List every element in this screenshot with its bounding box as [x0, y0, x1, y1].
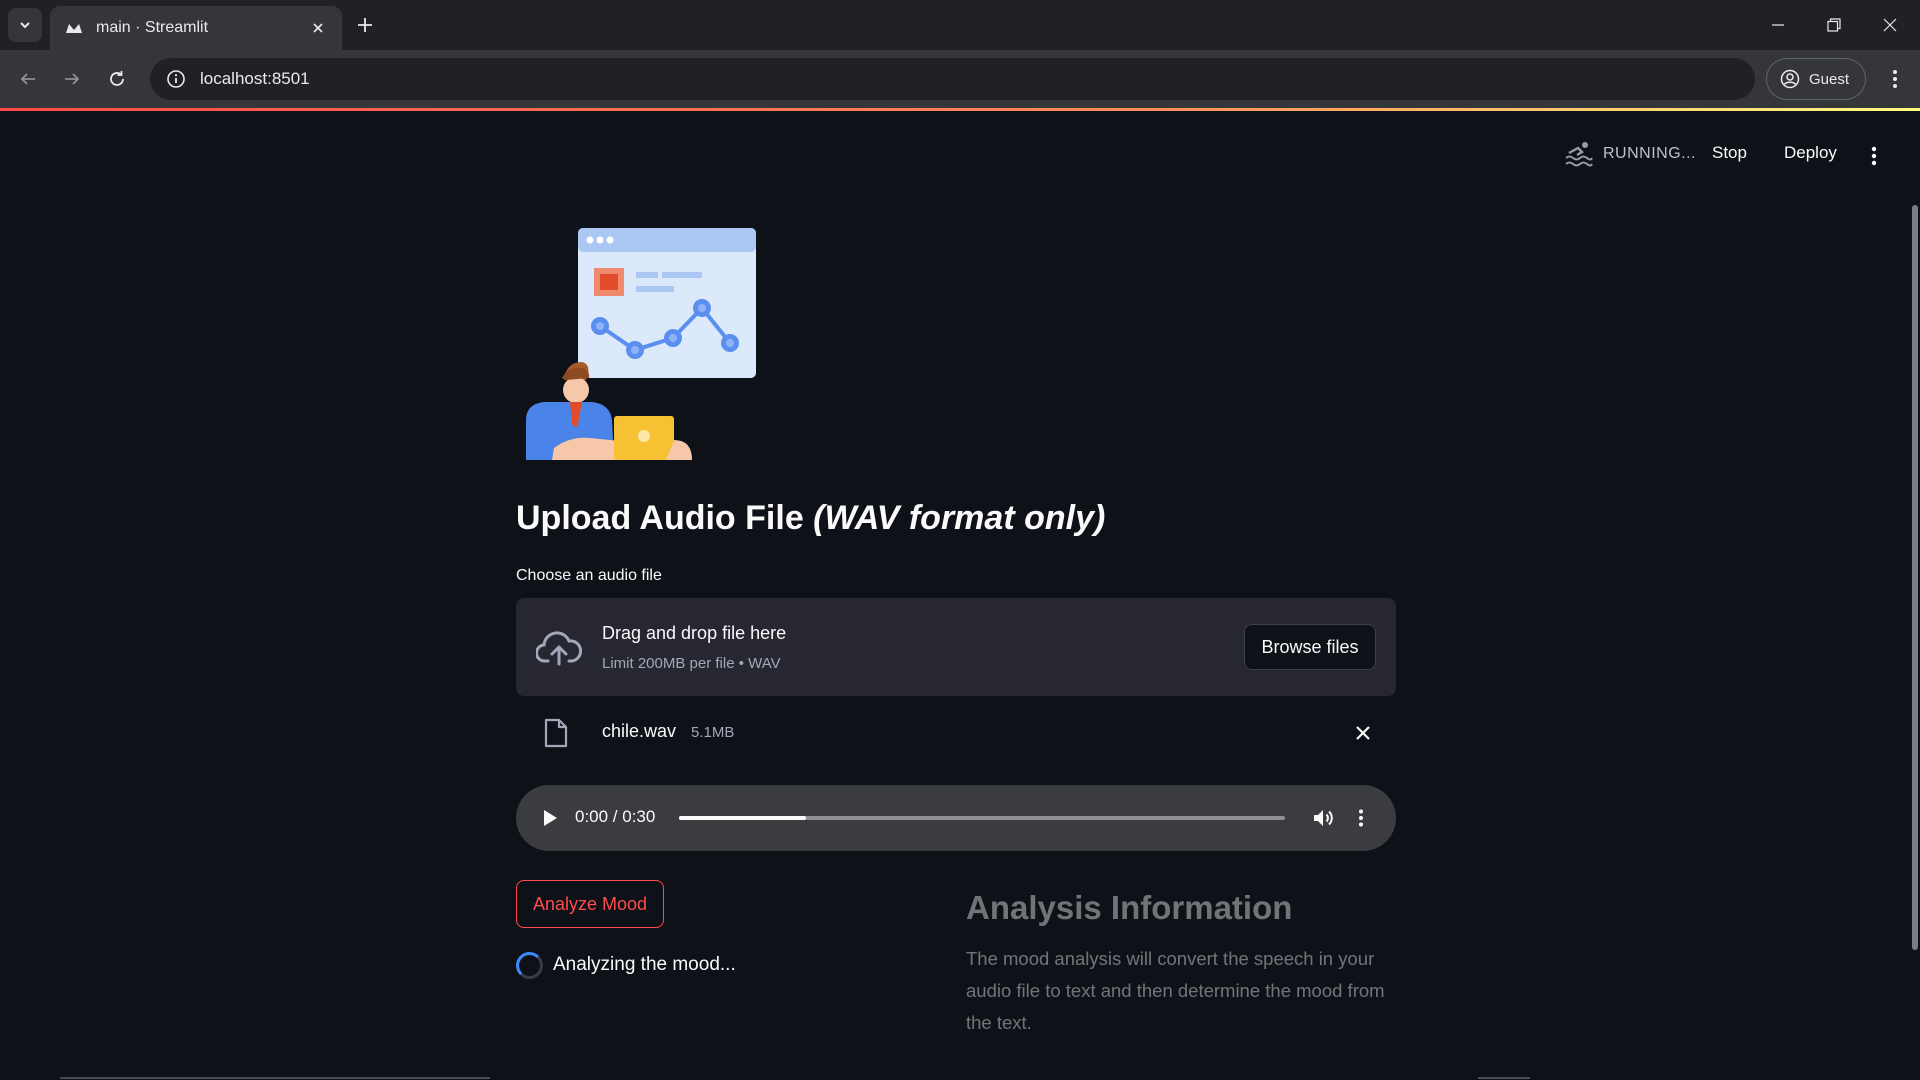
spinner-text: Analyzing the mood...: [553, 954, 736, 975]
page-scrollbar[interactable]: [1912, 205, 1918, 950]
forward-button[interactable]: [56, 63, 88, 95]
spinner-icon: [516, 951, 543, 979]
status-text: RUNNING...: [1603, 145, 1696, 162]
file-dropzone[interactable]: Drag and drop file here Limit 200MB per …: [516, 598, 1396, 696]
kebab-menu-icon: [1359, 809, 1363, 827]
play-button[interactable]: [538, 805, 562, 831]
page-title-format-note: (WAV format only): [813, 499, 1106, 537]
close-window-button[interactable]: [1862, 0, 1918, 50]
streamlit-favicon-icon: [64, 18, 84, 38]
analysis-info-section: Analysis Information The mood analysis w…: [966, 889, 1398, 1039]
close-icon: [1356, 726, 1370, 740]
swimmer-running-icon: [1565, 142, 1593, 167]
arrow-right-icon: [65, 73, 80, 85]
audio-seek-bar[interactable]: [679, 816, 1285, 820]
remove-file-button[interactable]: [1352, 722, 1374, 744]
app-main-menu-button[interactable]: [1862, 141, 1886, 171]
chevron-down-icon: [20, 22, 30, 29]
page-title: Upload Audio File (WAV format only): [516, 499, 1105, 538]
profile-label: Guest: [1809, 70, 1850, 88]
dropzone-limit: Limit 200MB per file • WAV: [602, 655, 781, 672]
browser-tab-active[interactable]: main · Streamlit: [50, 6, 342, 50]
audio-player: 0:00 / 0:30: [516, 785, 1396, 851]
audio-time: 0:00 / 0:30: [575, 807, 656, 826]
profile-icon: [1780, 69, 1800, 89]
volume-button[interactable]: [1312, 806, 1336, 830]
analysis-info-body: The mood analysis will convert the speec…: [966, 948, 1385, 1033]
volume-icon: [1314, 810, 1333, 826]
address-bar[interactable]: localhost:8501: [150, 58, 1755, 100]
file-uploader-label: Choose an audio file: [516, 567, 662, 584]
deploy-button[interactable]: Deploy: [1784, 143, 1837, 163]
stop-button[interactable]: Stop: [1712, 143, 1747, 163]
browse-files-button[interactable]: Browse files: [1244, 624, 1376, 670]
browser-menu-button[interactable]: [1880, 63, 1910, 95]
audio-options-button[interactable]: [1354, 806, 1368, 830]
restore-window-button[interactable]: [1806, 0, 1862, 50]
restore-icon: [1827, 18, 1841, 32]
dropzone-title: Drag and drop file here: [602, 623, 787, 643]
url-text: localhost:8501: [200, 69, 310, 88]
close-icon: [1883, 18, 1897, 32]
site-info-icon[interactable]: [164, 67, 188, 91]
arrow-left-icon: [20, 73, 35, 85]
streamlit-app: RUNNING... Stop Deploy Upload Audio File…: [0, 111, 1920, 1080]
tab-title: main · Streamlit: [96, 19, 209, 36]
browser-toolbar: localhost:8501 Guest: [0, 50, 1920, 108]
data-analyst-illustration: [526, 228, 756, 460]
minimize-icon: [1772, 24, 1784, 26]
uploaded-file-name: chile.wav: [602, 721, 677, 741]
tab-search-button[interactable]: [8, 8, 42, 42]
running-status: RUNNING...: [1565, 139, 1696, 169]
profile-button[interactable]: Guest: [1766, 58, 1866, 100]
cloud-upload-icon: [536, 631, 582, 666]
minimize-window-button[interactable]: [1750, 0, 1806, 50]
file-icon: [544, 718, 568, 748]
new-tab-button[interactable]: [352, 12, 378, 38]
bottom-divider-right: [1478, 1077, 1530, 1079]
browser-tab-bar: main · Streamlit: [0, 0, 1920, 50]
loading-spinner: Analyzing the mood...: [516, 950, 736, 980]
analyze-mood-button[interactable]: Analyze Mood: [516, 880, 664, 928]
kebab-menu-icon: [1893, 70, 1897, 88]
audio-buffered-fill: [679, 816, 807, 820]
plus-icon: [358, 18, 372, 32]
close-tab-icon[interactable]: [308, 18, 328, 38]
uploaded-file-item: chile.wav 5.1MB: [516, 707, 1396, 757]
reload-icon: [110, 71, 124, 86]
page-title-main: Upload Audio File: [516, 499, 814, 537]
reload-button[interactable]: [101, 63, 133, 95]
uploaded-file-size: 5.1MB: [691, 724, 735, 741]
back-button[interactable]: [12, 63, 44, 95]
main-content: Upload Audio File (WAV format only) Choo…: [516, 111, 1398, 1080]
analysis-info-title: Analysis Information: [966, 889, 1293, 926]
play-icon: [544, 810, 557, 826]
bottom-divider-left: [60, 1077, 490, 1079]
kebab-menu-icon: [1871, 146, 1877, 166]
